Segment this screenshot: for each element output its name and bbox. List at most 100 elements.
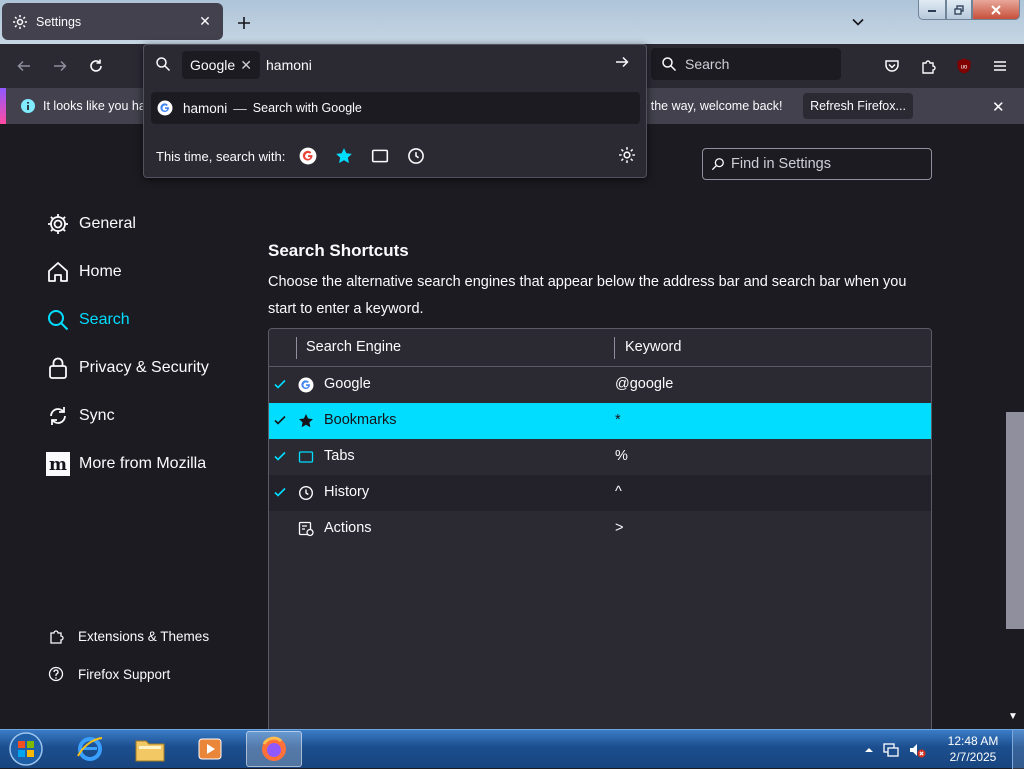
check-icon[interactable] (273, 413, 287, 427)
find-in-settings-input[interactable]: Find in Settings (702, 148, 932, 180)
taskbar-media-player[interactable] (182, 731, 238, 767)
taskbar-explorer[interactable] (122, 731, 178, 767)
start-button[interactable] (4, 731, 48, 767)
nav-extensions-themes[interactable]: Extensions & Themes (48, 624, 209, 648)
nav-item-general[interactable]: General (46, 208, 136, 240)
column-header-engine[interactable]: Search Engine (306, 339, 401, 355)
info-icon (20, 98, 36, 114)
nav-label: Privacy & Security (79, 359, 209, 376)
column-header-keyword[interactable]: Keyword (625, 339, 681, 355)
tab-settings[interactable]: Settings ✕ (2, 3, 223, 40)
table-row[interactable]: History ^ (269, 475, 931, 511)
window-controls (918, 0, 1020, 20)
system-tray (864, 730, 926, 769)
table-row[interactable]: Actions > (269, 511, 931, 547)
close-icon[interactable]: ✕ (197, 13, 213, 30)
star-icon[interactable] (335, 147, 353, 165)
menu-icon[interactable] (988, 54, 1012, 78)
chevron-down-icon[interactable] (846, 10, 870, 34)
close-icon[interactable]: ✕ (992, 98, 1005, 116)
clock-date: 2/7/2025 (949, 750, 997, 764)
pocket-icon[interactable] (880, 54, 904, 78)
suggestion-action: Search with Google (252, 101, 362, 115)
taskbar-clock[interactable]: 12:48 AM 2/7/2025 (938, 733, 1008, 765)
nav-label: Home (79, 263, 122, 280)
window-close-button[interactable] (972, 0, 1020, 20)
nav-foot-label: Firefox Support (78, 666, 171, 682)
nav-item-home[interactable]: Home (46, 256, 122, 288)
refresh-firefox-button[interactable]: Refresh Firefox... (803, 93, 913, 119)
search-engine-chip[interactable]: Google ✕ (182, 51, 260, 79)
search-suggestion-row[interactable]: hamoni — Search with Google (151, 92, 640, 124)
engine-keyword[interactable]: * (615, 412, 621, 428)
nav-label: Search (79, 311, 130, 328)
one-off-engines (299, 147, 425, 165)
engine-name: Bookmarks (324, 412, 397, 428)
engine-name: Google (324, 376, 371, 392)
address-input[interactable] (266, 54, 606, 76)
nav-item-sync[interactable]: Sync (46, 400, 115, 432)
table-row[interactable]: Bookmarks * (269, 403, 931, 439)
engine-keyword[interactable]: % (615, 448, 628, 464)
gear-icon (46, 212, 70, 236)
settings-page: Find in Settings General Home Search Pri… (0, 124, 1024, 729)
media-player-icon (196, 735, 224, 763)
nav-item-privacy[interactable]: Privacy & Security (46, 352, 209, 384)
help-icon (48, 666, 64, 682)
engine-chip-label: Google (190, 57, 236, 73)
reload-button[interactable] (84, 54, 108, 78)
engine-name: Tabs (324, 448, 355, 464)
one-off-label: This time, search with: (156, 148, 286, 164)
nav-label: More from Mozilla (79, 455, 207, 472)
table-row[interactable]: Tabs % (269, 439, 931, 475)
engine-keyword[interactable]: > (615, 520, 623, 536)
forward-button[interactable] (48, 54, 72, 78)
taskbar-ie[interactable] (62, 731, 118, 767)
nav-item-more-from-mozilla[interactable]: m More from Mozilla (46, 448, 206, 480)
clock-icon[interactable] (407, 147, 425, 165)
toolbar-search-field[interactable]: Search (651, 48, 841, 80)
new-tab-button[interactable] (232, 11, 256, 35)
google-icon (298, 377, 314, 393)
gear-icon[interactable] (618, 146, 636, 164)
show-desktop-button[interactable] (1012, 730, 1024, 769)
nav-firefox-support[interactable]: Firefox Support (48, 662, 170, 686)
volume-muted-icon[interactable] (908, 741, 926, 759)
network-icon[interactable] (882, 741, 900, 759)
lock-icon (46, 356, 70, 380)
back-button[interactable] (12, 54, 36, 78)
go-arrow-icon[interactable] (614, 54, 630, 70)
urlbar-popup: Google ✕ hamoni — Search with Google Thi… (143, 44, 647, 178)
engine-name: Actions (324, 520, 372, 536)
clock-time: 12:48 AM (947, 734, 999, 748)
nav-item-search[interactable]: Search (46, 304, 130, 336)
table-row[interactable]: Google @google (269, 367, 931, 403)
search-shortcuts-table: Search Engine Keyword Google @google Boo… (268, 328, 932, 729)
tray-expand-icon[interactable] (864, 745, 874, 755)
extensions-icon[interactable] (916, 54, 940, 78)
notification-text-end: y the way, welcome back! (641, 99, 783, 113)
minimize-button[interactable] (918, 0, 946, 20)
scroll-down-arrow[interactable]: ▼ (1008, 711, 1018, 722)
check-icon[interactable] (273, 449, 287, 463)
nav-foot-label: Extensions & Themes (78, 628, 210, 644)
suggestion-separator: — (233, 100, 247, 116)
tab-icon[interactable] (371, 147, 389, 165)
taskbar-firefox[interactable] (246, 731, 302, 767)
scrollbar-thumb[interactable] (1006, 412, 1024, 629)
star-icon (298, 413, 314, 429)
restore-button[interactable] (946, 0, 972, 20)
close-icon[interactable]: ✕ (240, 57, 252, 74)
google-icon[interactable] (299, 147, 317, 165)
search-icon (155, 56, 171, 72)
engine-keyword[interactable]: @google (615, 376, 673, 392)
engine-keyword[interactable]: ^ (615, 484, 622, 500)
one-off-search-row: This time, search with: (156, 145, 636, 167)
sync-icon (46, 404, 70, 428)
search-icon (46, 308, 70, 332)
check-icon[interactable] (273, 485, 287, 499)
check-icon[interactable] (273, 377, 287, 391)
mozilla-icon: m (46, 452, 70, 476)
ublock-icon[interactable]: uo (952, 54, 976, 78)
search-icon (661, 56, 677, 72)
